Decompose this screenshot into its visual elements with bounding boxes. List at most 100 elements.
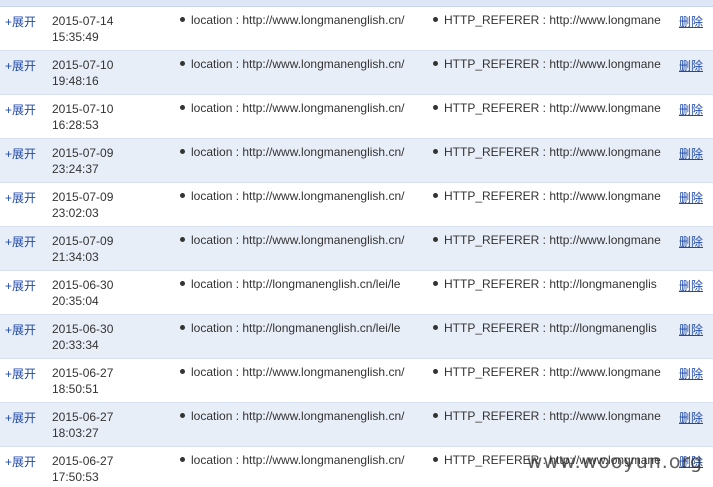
delete-link[interactable]: 删除	[679, 145, 703, 162]
timestamp-time: 20:35:04	[52, 294, 99, 308]
location-text: location : http://www.longmanenglish.cn/	[191, 57, 405, 71]
timestamp: 2015-06-30 20:35:04	[52, 277, 113, 309]
timestamp-date: 2015-06-30	[52, 322, 114, 336]
timestamp: 2015-06-27 17:50:53	[52, 453, 113, 485]
location-text: location : http://longmanenglish.cn/lei/…	[191, 321, 401, 335]
location-cell: location : http://www.longmanenglish.cn/	[180, 101, 425, 115]
bullet-icon	[433, 457, 438, 463]
timestamp-date: 2015-06-27	[52, 410, 114, 424]
location-cell: location : http://www.longmanenglish.cn/	[180, 453, 425, 467]
delete-link[interactable]: 删除	[679, 409, 703, 426]
timestamp-time: 18:50:51	[52, 382, 99, 396]
bullet-icon	[433, 413, 438, 419]
delete-link[interactable]: 删除	[679, 321, 703, 338]
expand-link[interactable]: +展开	[5, 145, 36, 162]
delete-link[interactable]: 删除	[679, 233, 703, 250]
bullet-icon	[180, 369, 185, 375]
bullet-icon	[180, 237, 185, 243]
referer-cell: HTTP_REFERER : http://www.longmane	[433, 453, 665, 467]
location-text: location : http://www.longmanenglish.cn/	[191, 409, 405, 423]
delete-link[interactable]: 删除	[679, 277, 703, 294]
referer-text: HTTP_REFERER : http://www.longmane	[444, 13, 661, 27]
location-text: location : http://www.longmanenglish.cn/	[191, 233, 405, 247]
bullet-icon	[180, 457, 185, 463]
expand-link[interactable]: +展开	[5, 101, 36, 118]
expand-link[interactable]: +展开	[5, 189, 36, 206]
location-cell: location : http://longmanenglish.cn/lei/…	[180, 321, 425, 335]
timestamp-date: 2015-06-27	[52, 366, 114, 380]
timestamp-time: 20:33:34	[52, 338, 99, 352]
timestamp: 2015-07-09 21:34:03	[52, 233, 113, 265]
expand-link[interactable]: +展开	[5, 233, 36, 250]
timestamp: 2015-07-09 23:24:37	[52, 145, 113, 177]
timestamp-time: 23:02:03	[52, 206, 99, 220]
timestamp-date: 2015-07-14	[52, 14, 114, 28]
location-cell: location : http://www.longmanenglish.cn/	[180, 409, 425, 423]
timestamp-date: 2015-07-09	[52, 190, 114, 204]
timestamp-time: 18:03:27	[52, 426, 99, 440]
referer-text: HTTP_REFERER : http://longmanenglis	[444, 277, 657, 291]
expand-link[interactable]: +展开	[5, 409, 36, 426]
timestamp-time: 23:24:37	[52, 162, 99, 176]
expand-link[interactable]: +展开	[5, 13, 36, 30]
referer-text: HTTP_REFERER : http://www.longmane	[444, 233, 661, 247]
timestamp: 2015-07-09 23:02:03	[52, 189, 113, 221]
expand-link[interactable]: +展开	[5, 277, 36, 294]
table-row: +展开 2015-06-27 18:03:27 location : http://w…	[0, 403, 713, 447]
table-top-strip	[0, 0, 713, 7]
timestamp-time: 16:28:53	[52, 118, 99, 132]
location-cell: location : http://www.longmanenglish.cn/	[180, 233, 425, 247]
table-row: +展开 2015-07-10 16:28:53 location : http://w…	[0, 95, 713, 139]
delete-link[interactable]: 删除	[679, 101, 703, 118]
bullet-icon	[433, 369, 438, 375]
timestamp-date: 2015-07-09	[52, 146, 114, 160]
delete-link[interactable]: 删除	[679, 453, 703, 470]
table-row: +展开 2015-07-10 19:48:16 location : http://w…	[0, 51, 713, 95]
location-cell: location : http://longmanenglish.cn/lei/…	[180, 277, 425, 291]
timestamp: 2015-07-14 15:35:49	[52, 13, 113, 45]
referer-cell: HTTP_REFERER : http://www.longmane	[433, 409, 665, 423]
location-text: location : http://www.longmanenglish.cn/	[191, 365, 405, 379]
referer-text: HTTP_REFERER : http://longmanenglis	[444, 321, 657, 335]
referer-cell: HTTP_REFERER : http://www.longmane	[433, 13, 665, 27]
location-text: location : http://longmanenglish.cn/lei/…	[191, 277, 401, 291]
table-row: +展开 2015-06-30 20:35:04 location : http://l…	[0, 271, 713, 315]
location-cell: location : http://www.longmanenglish.cn/	[180, 189, 425, 203]
referer-cell: HTTP_REFERER : http://www.longmane	[433, 101, 665, 115]
bullet-icon	[180, 193, 185, 199]
location-cell: location : http://www.longmanenglish.cn/	[180, 13, 425, 27]
referer-cell: HTTP_REFERER : http://longmanenglis	[433, 277, 665, 291]
location-cell: location : http://www.longmanenglish.cn/	[180, 365, 425, 379]
timestamp: 2015-07-10 16:28:53	[52, 101, 113, 133]
delete-link[interactable]: 删除	[679, 57, 703, 74]
table-row: +展开 2015-07-14 15:35:49 location : http://w…	[0, 7, 713, 51]
timestamp-date: 2015-07-09	[52, 234, 114, 248]
bullet-icon	[180, 281, 185, 287]
referer-cell: HTTP_REFERER : http://www.longmane	[433, 57, 665, 71]
bullet-icon	[180, 325, 185, 331]
referer-cell: HTTP_REFERER : http://www.longmane	[433, 233, 665, 247]
expand-link[interactable]: +展开	[5, 453, 36, 470]
bullet-icon	[180, 17, 185, 23]
table-row: +展开 2015-06-27 18:50:51 location : http://w…	[0, 359, 713, 403]
bullet-icon	[180, 149, 185, 155]
bullet-icon	[433, 105, 438, 111]
bullet-icon	[433, 237, 438, 243]
referer-text: HTTP_REFERER : http://www.longmane	[444, 57, 661, 71]
timestamp-time: 15:35:49	[52, 30, 99, 44]
bullet-icon	[433, 17, 438, 23]
delete-link[interactable]: 删除	[679, 13, 703, 30]
timestamp: 2015-06-30 20:33:34	[52, 321, 113, 353]
expand-link[interactable]: +展开	[5, 321, 36, 338]
table-row: +展开 2015-06-30 20:33:34 location : http://l…	[0, 315, 713, 359]
expand-link[interactable]: +展开	[5, 365, 36, 382]
log-page: +展开 2015-07-14 15:35:49 location : http://w…	[0, 0, 713, 487]
bullet-icon	[433, 149, 438, 155]
referer-cell: HTTP_REFERER : http://www.longmane	[433, 365, 665, 379]
delete-link[interactable]: 删除	[679, 189, 703, 206]
table-row: +展开 2015-06-27 17:50:53 location : http://w…	[0, 447, 713, 487]
location-text: location : http://www.longmanenglish.cn/	[191, 189, 405, 203]
delete-link[interactable]: 删除	[679, 365, 703, 382]
location-cell: location : http://www.longmanenglish.cn/	[180, 57, 425, 71]
expand-link[interactable]: +展开	[5, 57, 36, 74]
